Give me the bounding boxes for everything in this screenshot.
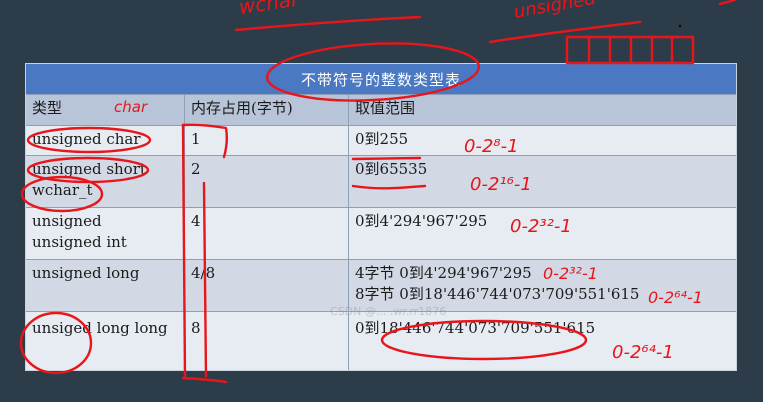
range-cell: 0到255 (349, 126, 736, 155)
table-header-row: 类型 内存占用(字节) 取值范围 (26, 94, 736, 125)
table-title: 不带符号的整数类型表 (26, 64, 736, 94)
type-cell: unsigned unsigned int (26, 208, 185, 259)
dot (678, 24, 682, 28)
stroke (718, 0, 737, 6)
byte-boxes (565, 35, 695, 65)
range-text: 0到18'446'744'073'709'551'615 (355, 319, 596, 337)
watermark: CSDN @... .wr.rr1876 (330, 305, 447, 318)
bracket-stroke (181, 376, 228, 384)
range-text: 8字节 0到18'446'744'073'709'551'615 (355, 285, 640, 303)
type-name: unsigned (32, 212, 102, 230)
type-cell: unsiged long long (26, 312, 185, 370)
range-text: 4字节 0到4'294'967'295 (355, 264, 532, 282)
header-range: 取值范围 (355, 99, 416, 117)
table-row: unsigned short wchar_t 2 0到65535 (26, 155, 736, 207)
table-row: unsiged long long 8 0到18'446'744'073'709… (26, 311, 736, 370)
header-type: 类型 (26, 95, 185, 125)
type-name: unsigned long (32, 264, 140, 282)
unsigned-int-types-table: 不带符号的整数类型表 类型 内存占用(字节) 取值范围 unsigned cha… (25, 63, 737, 371)
type-name: unsigned short (32, 160, 146, 178)
range-text: 0到4'294'967'295 (355, 212, 488, 230)
type-name: unsigned char (32, 130, 141, 148)
size-cell: 4 (185, 208, 349, 259)
type-cell: unsigned short wchar_t (26, 156, 185, 207)
type-name: unsigned int (32, 233, 127, 251)
table-row: unsigned unsigned int 4 0到4'294'967'295 (26, 207, 736, 259)
annotation-text: unsigned (512, 0, 597, 23)
size-cell: 2 (185, 156, 349, 207)
table-row: unsigned long 4/8 4字节 0到4'294'967'295 8字… (26, 259, 736, 311)
slide: 不带符号的整数类型表 类型 内存占用(字节) 取值范围 unsigned cha… (0, 0, 763, 402)
range-cell: 0到18'446'744'073'709'551'615 (349, 312, 736, 370)
underline-stroke (234, 15, 422, 32)
table-row: unsigned char 1 0到255 (26, 125, 736, 155)
range-cell: 4字节 0到4'294'967'295 8字节 0到18'446'744'073… (349, 260, 736, 311)
size-cell: 1 (185, 126, 349, 155)
range-cell: 0到4'294'967'295 (349, 208, 736, 259)
type-cell: unsigned char (26, 126, 185, 155)
size-cell: 8 (185, 312, 349, 370)
underline-stroke (488, 20, 642, 44)
header-size: 内存占用(字节) (185, 95, 349, 125)
type-cell: unsigned long (26, 260, 185, 311)
type-name: wchar_t (32, 181, 93, 199)
size-cell: 4/8 (185, 260, 349, 311)
range-text: 0到65535 (355, 160, 428, 178)
range-cell: 0到65535 (349, 156, 736, 207)
type-name: unsiged long long (32, 319, 168, 337)
range-text: 0到255 (355, 130, 409, 148)
annotation-text: wchar (237, 0, 302, 19)
